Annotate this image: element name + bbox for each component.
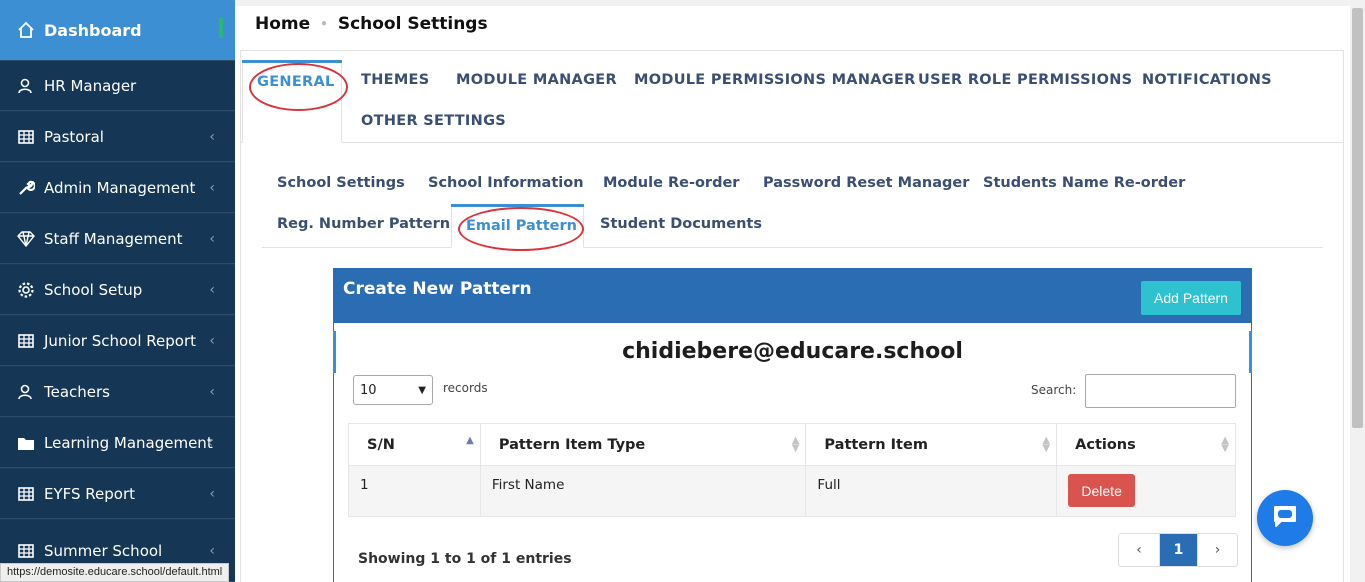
search-label: Search: [1031, 383, 1077, 397]
sidebar-item-label: Staff Management [44, 229, 183, 248]
tab-other-settings[interactable]: OTHER SETTINGS [361, 113, 506, 129]
chat-button[interactable] [1257, 490, 1313, 546]
active-flag [219, 18, 223, 38]
tab-module-manager[interactable]: MODULE MANAGER [456, 72, 617, 88]
sidebar-item-admin-management[interactable]: Admin Management ‹ [0, 163, 235, 213]
sidebar-item-label: School Setup [44, 280, 143, 299]
pagination-prev[interactable]: ‹ [1119, 534, 1159, 566]
breadcrumb-home[interactable]: Home [255, 14, 310, 34]
subtab-module-reorder[interactable]: Module Re-order [603, 175, 739, 191]
table-icon [17, 542, 35, 560]
chevron-left-icon: ‹ [207, 434, 213, 451]
chevron-left-icon: ‹ [209, 542, 215, 559]
sidebar-item-label: EYFS Report [44, 484, 136, 503]
cell-actions: Delete [1056, 465, 1236, 517]
sort-icon: ▲ ▼ [791, 435, 800, 454]
chevron-down-icon: ▼ [418, 384, 426, 396]
sidebar-item-school-setup[interactable]: School Setup ‹ [0, 265, 235, 315]
breadcrumb: Home • School Settings [255, 14, 488, 34]
search-input[interactable] [1085, 374, 1236, 408]
subtab-password-reset-manager[interactable]: Password Reset Manager [763, 175, 969, 191]
sort-asc-icon: ▲ [466, 435, 474, 446]
tab-themes[interactable]: THEMES [361, 72, 430, 88]
sidebar-item-label: Summer School [44, 541, 163, 560]
home-icon [17, 21, 35, 39]
subtab-students-name-reorder[interactable]: Students Name Re-order [983, 175, 1185, 191]
chevron-left-icon: ‹ [209, 230, 215, 247]
column-header-sn[interactable]: S/N ▲ [348, 423, 481, 466]
scrollbar-thumb[interactable] [1352, 8, 1363, 428]
cell-sn: 1 [348, 465, 481, 517]
sort-icon: ▲ ▼ [1042, 435, 1051, 454]
table-icon [17, 128, 35, 146]
pagination-page[interactable]: 1 [1159, 534, 1197, 566]
annotation-circle-general [249, 63, 348, 111]
delete-button[interactable]: Delete [1068, 474, 1136, 507]
add-pattern-button[interactable]: Add Pattern [1141, 281, 1241, 315]
sidebar-item-label: Teachers [44, 382, 110, 401]
folder-icon [17, 434, 35, 452]
gear-icon [17, 281, 35, 299]
sidebar-item-eyfs-report[interactable]: EYFS Report ‹ [0, 469, 235, 519]
table-icon [17, 332, 35, 350]
sidebar-item-label: Junior School Report [44, 331, 197, 350]
breadcrumb-current: School Settings [337, 14, 488, 34]
pagination: ‹ 1 › [1118, 533, 1238, 567]
sidebar-item-learning-management[interactable]: Learning Management ‹ [0, 418, 235, 468]
chevron-left-icon: ‹ [209, 128, 215, 145]
cell-item: Full [805, 465, 1058, 517]
wrench-icon [17, 179, 35, 197]
patterns-table: S/N ▲ Pattern Item Type ▲ ▼ Pattern Item … [348, 423, 1236, 517]
top-divider [235, 0, 1365, 6]
subtab-student-documents[interactable]: Student Documents [600, 216, 762, 232]
sidebar-item-label: HR Manager [44, 76, 137, 95]
annotation-circle-email-pattern [458, 207, 584, 251]
sidebar: Dashboard HR Manager Pastoral ‹ Admin Ma… [0, 0, 235, 582]
chevron-left-icon: ‹ [209, 332, 215, 349]
sort-icon: ▲ ▼ [1221, 435, 1229, 454]
sidebar-item-dashboard[interactable]: Dashboard [0, 0, 235, 61]
sidebar-item-label: Admin Management [44, 178, 196, 197]
cell-type: First Name [479, 465, 807, 517]
table-row: 1 First Name Full Delete [348, 465, 1236, 517]
users-icon [17, 77, 35, 95]
chat-icon [1271, 502, 1299, 534]
sub-tabs-divider [262, 247, 1323, 248]
card-title: Create New Pattern [343, 279, 532, 299]
page-length-select[interactable]: 10 ▼ [353, 375, 433, 405]
status-url: https://demosite.educare.school/default.… [0, 563, 230, 582]
page-length-value: 10 [360, 382, 377, 398]
subtab-school-settings[interactable]: School Settings [277, 175, 405, 191]
chevron-left-icon: ‹ [209, 485, 215, 502]
table-icon [17, 485, 35, 503]
sidebar-item-hr-manager[interactable]: HR Manager [0, 61, 235, 111]
chevron-left-icon: ‹ [209, 179, 215, 196]
diamond-icon [17, 230, 35, 248]
chevron-left-icon: ‹ [209, 281, 215, 298]
column-header-pattern-item[interactable]: Pattern Item ▲ ▼ [805, 423, 1058, 466]
sidebar-item-label: Pastoral [44, 127, 104, 146]
sidebar-item-label: Learning Management [44, 433, 213, 452]
subtab-reg-number-pattern[interactable]: Reg. Number Pattern [277, 216, 450, 232]
email-preview: chidiebere@educare.school [333, 331, 1252, 373]
table-info: Showing 1 to 1 of 1 entries [358, 551, 572, 567]
sidebar-item-teachers[interactable]: Teachers ‹ [0, 367, 235, 417]
column-header-pattern-item-type[interactable]: Pattern Item Type ▲ ▼ [479, 423, 807, 466]
sidebar-item-pastoral[interactable]: Pastoral ‹ [0, 112, 235, 162]
column-header-actions[interactable]: Actions ▲ ▼ [1056, 423, 1236, 466]
users-icon [17, 383, 35, 401]
sidebar-item-junior-school-report[interactable]: Junior School Report ‹ [0, 316, 235, 366]
records-label: records [443, 381, 488, 395]
sidebar-item-staff-management[interactable]: Staff Management ‹ [0, 214, 235, 264]
breadcrumb-separator: • [320, 17, 328, 31]
chevron-left-icon: ‹ [209, 383, 215, 400]
pagination-next[interactable]: › [1197, 534, 1237, 566]
tab-notifications[interactable]: NOTIFICATIONS [1142, 72, 1272, 88]
tab-module-permissions-manager[interactable]: MODULE PERMISSIONS MANAGER [634, 72, 916, 88]
subtab-school-information[interactable]: School Information [428, 175, 584, 191]
sidebar-item-label: Dashboard [44, 20, 142, 40]
tab-user-role-permissions[interactable]: USER ROLE PERMISSIONS [918, 72, 1132, 88]
